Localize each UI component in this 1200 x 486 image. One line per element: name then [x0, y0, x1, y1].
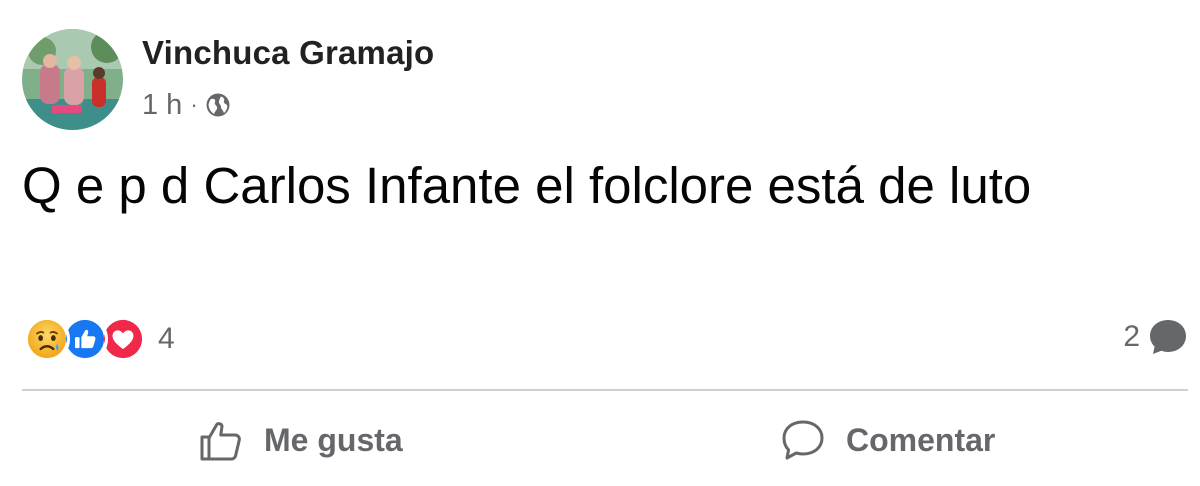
- like-button[interactable]: Me gusta: [198, 410, 403, 470]
- comment-button-label: Comentar: [846, 421, 996, 458]
- divider: [22, 389, 1188, 391]
- post-text: Q e p d Carlos Infante el folclore está …: [22, 157, 1032, 214]
- comments-count[interactable]: 2: [1123, 314, 1188, 360]
- post-timestamp[interactable]: 1 h: [142, 89, 182, 122]
- comment-button[interactable]: Comentar: [780, 410, 995, 470]
- author-avatar[interactable]: [22, 29, 123, 130]
- thumbs-up-icon: [198, 417, 244, 463]
- speech-bubble-icon: [780, 417, 826, 463]
- reaction-count[interactable]: 4: [158, 322, 175, 356]
- comments-count-number: 2: [1123, 320, 1140, 353]
- facebook-post: Vinchuca Gramajo 1 h · Q e p d Carlos In…: [0, 0, 1200, 486]
- sad-reaction-icon: [24, 316, 70, 362]
- comment-bubble-icon: [1148, 318, 1188, 356]
- author-name[interactable]: Vinchuca Gramajo: [142, 34, 434, 72]
- meta-separator: ·: [190, 92, 198, 117]
- globe-icon[interactable]: [205, 92, 231, 118]
- post-meta: 1 h ·: [142, 86, 231, 124]
- reactions-summary[interactable]: 4: [24, 314, 175, 364]
- like-button-label: Me gusta: [264, 421, 403, 458]
